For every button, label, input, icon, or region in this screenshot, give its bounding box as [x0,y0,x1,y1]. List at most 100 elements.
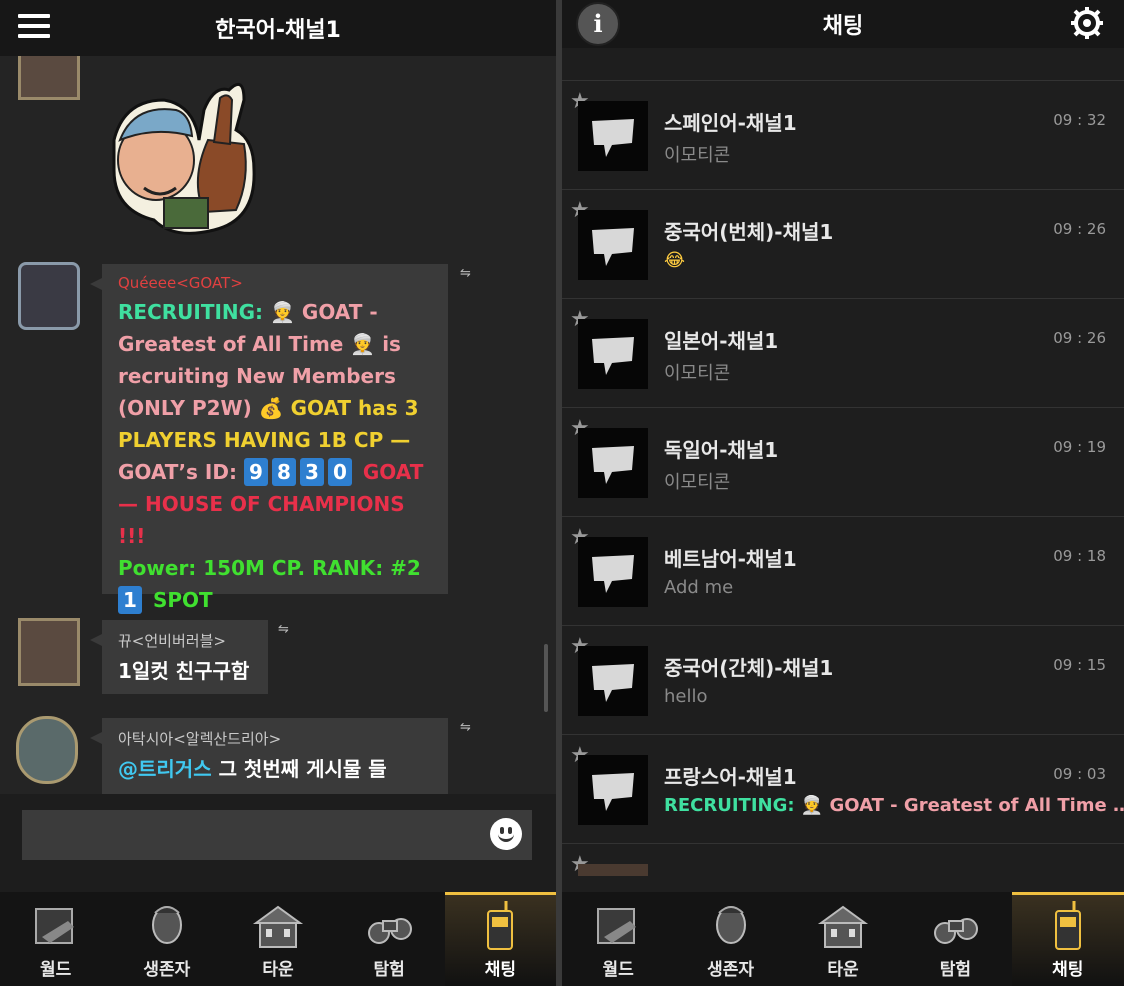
avatar[interactable] [18,618,80,686]
channel-list-header: i 채팅 [562,0,1124,48]
chat-room-title: 한국어-채널1 [215,18,341,43]
last-message-text: Add me [664,577,734,598]
channel-time: 09 : 32 [1053,111,1106,129]
channel-last-message: RECRUITING: 👳 GOAT - Greatest of All Tim… [664,795,1124,816]
channel-name: 베트남어-채널1 [664,547,797,571]
channel-time: 09 : 26 [1053,329,1106,347]
emoticon-button-icon[interactable] [490,818,522,850]
message-input-bar [0,794,556,892]
chat-bubble-icon [578,428,648,498]
channel-name: 스페인어-채널1 [664,111,797,135]
bottom-tab-bar: 월드 생존자 타운 탐험 채팅 [0,892,556,986]
last-message-text: 👳 GOAT - Greatest of All Time … [800,795,1124,816]
binoculars-icon [934,918,979,944]
tab-town[interactable]: 타운 [787,892,899,986]
channel-list[interactable]: ★ 스페인어-채널1 09 : 32 이모티콘 ★중국어(번체)-채널109 : 26😂… [562,50,1124,876]
last-message-text: 이모티콘 [664,363,731,384]
message-segment: GOAT’s ID: [118,460,244,484]
tab-label: 채팅 [484,960,516,980]
tab-label: 채팅 [1052,960,1084,980]
tab-chat[interactable]: 채팅 [1011,892,1124,986]
chat-room-header: 한국어-채널1 [0,0,556,56]
avatar[interactable] [18,262,80,330]
channel-row[interactable]: ★프랑스어-채널109 : 03RECRUITING: 👳 GOAT - Gre… [562,734,1124,843]
gear-icon[interactable] [1070,6,1104,40]
tab-world[interactable]: 월드 [562,892,674,986]
list-item[interactable] [562,50,1124,81]
message-segment: 💰 [258,396,291,420]
tab-label: 생존자 [143,960,191,980]
info-icon[interactable]: i [576,2,620,46]
chat-bubble-icon [578,101,648,171]
hamburger-menu-icon[interactable] [18,14,50,42]
chat-bubble-icon [578,537,648,607]
last-message-text: hello [664,686,708,707]
last-message-text: 이모티콘 [664,145,731,166]
channel-time: 09 : 19 [1053,438,1106,456]
translate-icon[interactable]: ⇋ [460,720,478,738]
town-building-icon [252,905,304,948]
sender-name[interactable]: 뀨<언비버러블> [118,630,252,651]
translate-icon[interactable]: ⇋ [460,266,478,284]
message-segment: 👳 [270,300,302,324]
chat-bubble-icon [578,646,648,716]
message-text: 1일컷 친구구함 [118,659,250,683]
channel-row[interactable]: ★중국어(간체)-채널109 : 15hello [562,625,1124,734]
channel-name: 독일어-채널1 [664,438,779,462]
avatar[interactable] [18,56,80,100]
tab-chat[interactable]: 채팅 [444,892,556,986]
translate-icon[interactable]: ⇋ [278,622,296,640]
message-text: 그 첫번째 게시물 들 [211,757,387,781]
chat-bubble-icon [578,210,648,280]
spot-number-key: 1 [118,586,142,614]
tab-town[interactable]: 타운 [222,892,333,986]
channel-time: 09 : 15 [1053,656,1106,674]
chat-bubble-icon [578,319,648,389]
bottom-tab-bar: 월드 생존자 타운 탐험 채팅 [562,892,1124,986]
tab-label: 타운 [262,960,294,980]
scrollbar[interactable] [544,644,548,712]
channel-last-message: hello [664,686,708,707]
last-message-text: 이모티콘 [664,472,731,493]
chat-bubble-icon [578,755,648,825]
avatar[interactable] [16,716,78,784]
survivor-face-icon [715,906,746,944]
tab-survivors[interactable]: 생존자 [674,892,786,986]
tab-explore[interactable]: 탐험 [899,892,1011,986]
channel-last-message: 이모티콘 [664,359,730,385]
tab-label: 월드 [602,960,634,980]
tab-survivors[interactable]: 생존자 [111,892,222,986]
list-item[interactable]: ★ [562,843,1124,876]
tab-explore[interactable]: 탐험 [334,892,445,986]
town-building-icon [817,905,869,948]
channel-row[interactable]: ★베트남어-채널109 : 18Add me [562,516,1124,625]
message-input[interactable] [22,810,532,860]
channel-time: 09 : 03 [1053,765,1106,783]
channel-last-message: Add me [664,577,733,598]
message-list[interactable]: Quéeee<GOAT> RECRUITING: 👳 GOAT - Greate… [0,56,556,794]
sender-name[interactable]: Quéeee<GOAT> [118,274,432,292]
mention[interactable]: @트리거스 [118,757,212,781]
tab-label: 탐험 [373,960,405,980]
power-rank-text: Power: 150M CP. RANK: #2 [118,556,421,580]
last-message-text: 😂 [664,250,686,271]
sender-name[interactable]: 아탁시아<알렉산드리아> [118,728,432,749]
binoculars-icon [368,918,413,944]
channel-last-message: 이모티콘 [664,468,730,494]
message-text: RECRUITING: 👳 GOAT - Greatest of All Tim… [118,296,432,616]
channel-time: 09 : 18 [1053,547,1106,565]
channel-row[interactable]: ★독일어-채널109 : 19이모티콘 [562,407,1124,516]
channel-name: 프랑스어-채널1 [664,765,797,789]
revolver-map-icon [34,908,74,944]
channel-row[interactable]: ★일본어-채널109 : 26이모티콘 [562,298,1124,407]
channel-row[interactable]: ★스페인어-채널109 : 32이모티콘 [562,80,1124,189]
tab-label: 탐험 [939,960,971,980]
walkie-talkie-icon [1054,901,1081,950]
revolver-map-icon [597,908,637,944]
channel-last-message: 😂 [664,250,685,271]
id-digit-key: 3 [299,458,324,486]
message-bubble: 뀨<언비버러블> 1일컷 친구구함 [90,620,268,694]
tab-world[interactable]: 월드 [0,892,111,986]
survivor-face-icon [151,906,182,944]
channel-row[interactable]: ★중국어(번체)-채널109 : 26😂 [562,189,1124,298]
